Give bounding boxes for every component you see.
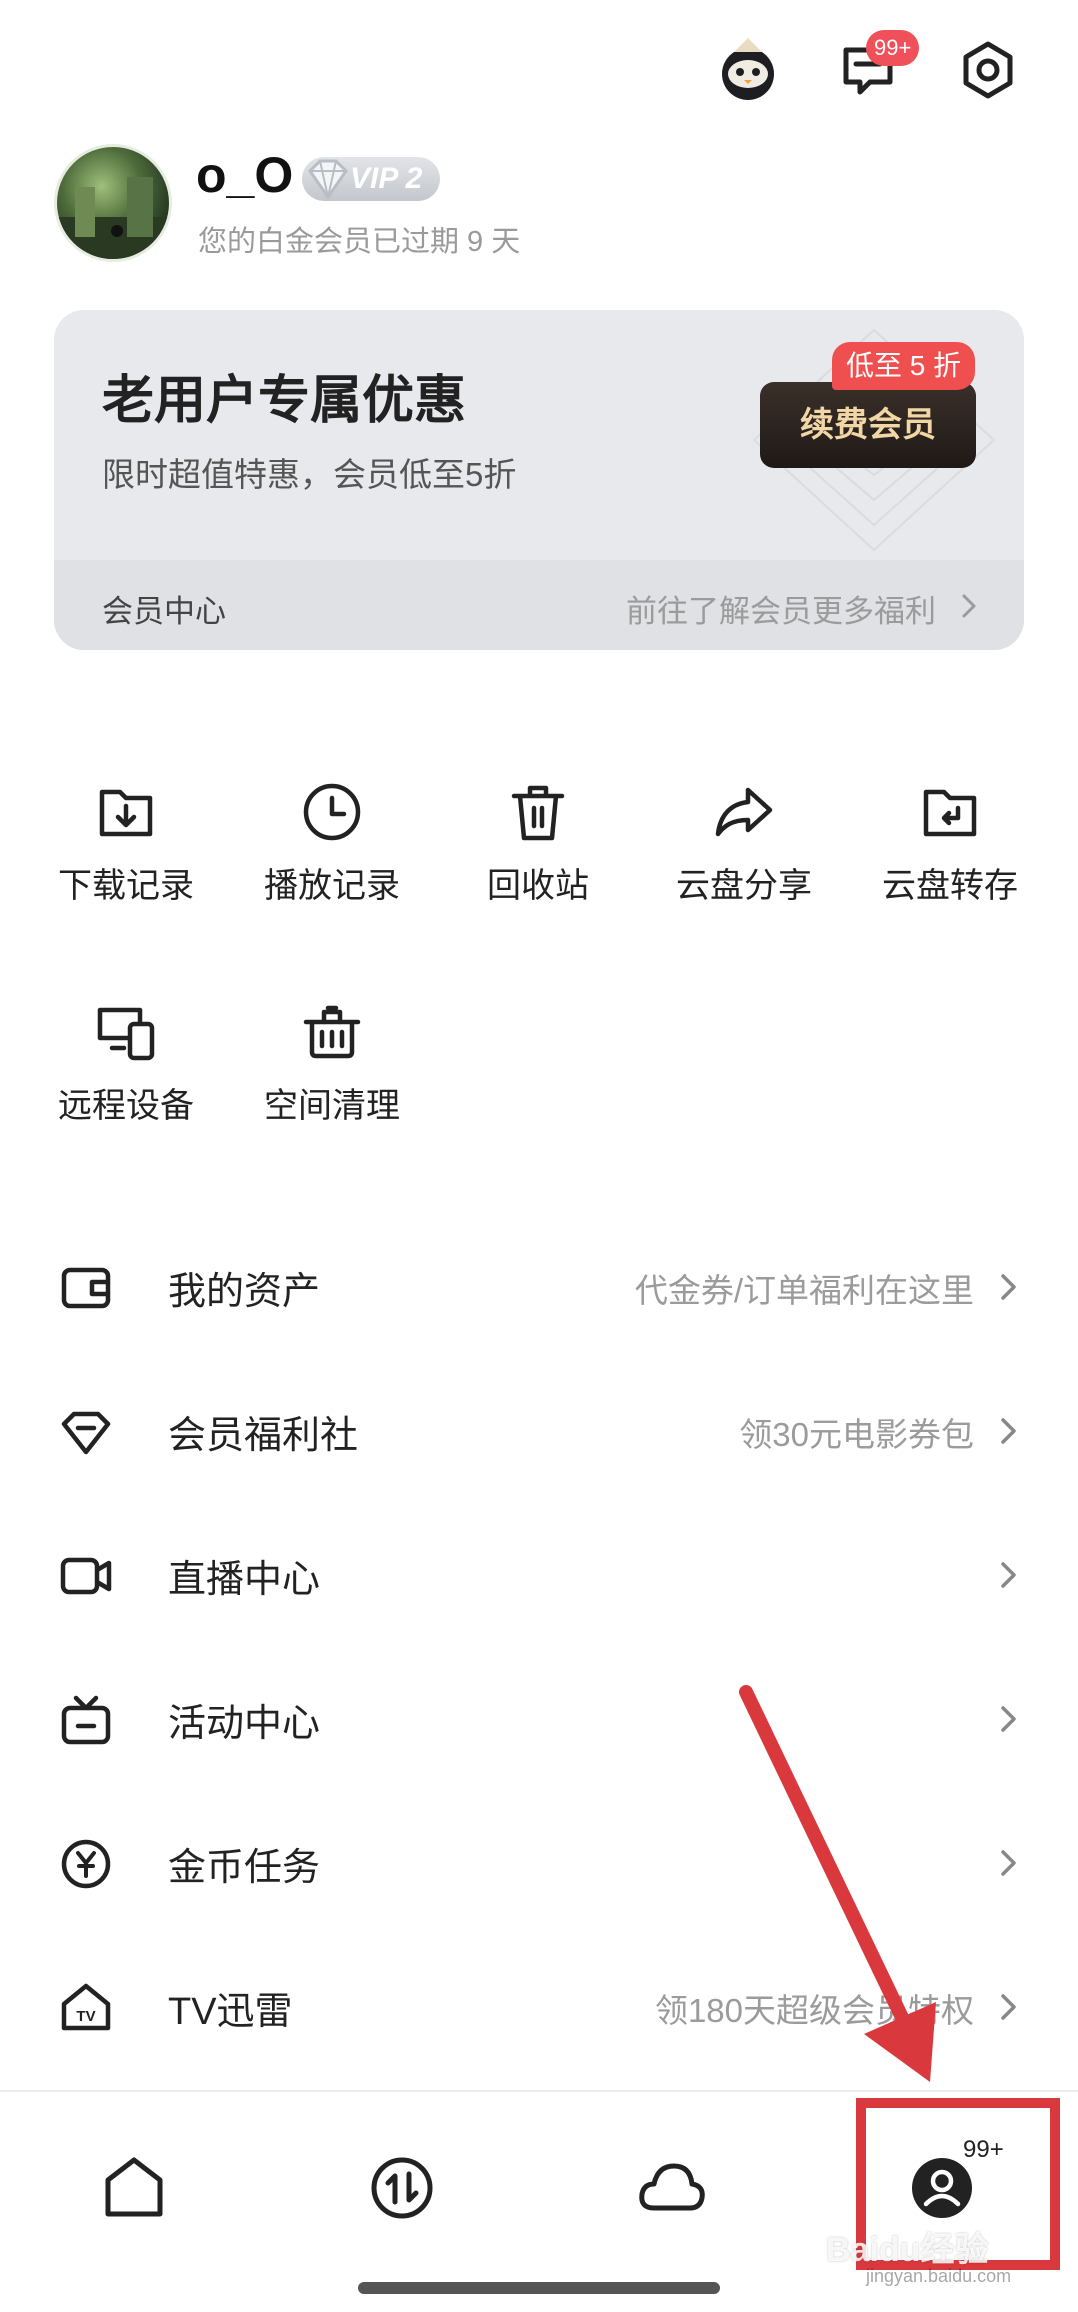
message-badge: 99+ xyxy=(866,30,920,66)
chevron-right-icon xyxy=(1001,1562,1016,1588)
diamond-icon xyxy=(308,159,348,200)
user-avatar[interactable] xyxy=(54,144,172,262)
watermark-url: jingyan.baidu.com xyxy=(866,2266,1012,2286)
chevron-right-icon xyxy=(1001,1994,1016,2020)
tv-box-icon xyxy=(61,1695,111,1745)
member-benefits-link: 前往了解会员更多福利 xyxy=(626,594,936,629)
video-camera-icon xyxy=(60,1557,112,1595)
menu-title: TV迅雷 xyxy=(168,1991,293,2033)
vip-level: VIP 2 xyxy=(350,162,423,195)
clock-icon xyxy=(303,783,361,841)
discount-tag: 低至 5 折 xyxy=(832,342,976,390)
folder-return-icon xyxy=(923,789,977,837)
renew-membership-button[interactable]: 续费会员 xyxy=(760,382,976,468)
member-center-label: 会员中心 xyxy=(102,594,226,629)
tv-house-icon: TV xyxy=(61,1983,111,2031)
shortcut-label: 云盘转存 xyxy=(882,867,1018,905)
home-icon[interactable] xyxy=(94,2148,174,2228)
devices-icon xyxy=(97,1007,155,1061)
mascot-avatar-icon[interactable] xyxy=(712,34,784,106)
promo-card[interactable]: 老用户专属优惠 限时超值特惠，会员低至5折 续费会员 低至 5 折 会员中心 前… xyxy=(54,310,1024,650)
svg-text:TV: TV xyxy=(76,2008,95,2025)
shortcut-recycle-bin[interactable]: 回收站 xyxy=(438,780,638,930)
promo-title: 老用户专属优惠 xyxy=(102,372,467,430)
wallet-icon xyxy=(61,1267,111,1309)
shortcut-label: 回收站 xyxy=(487,867,589,905)
chevron-right-icon xyxy=(1001,1706,1016,1732)
shortcut-play-history[interactable]: 播放记录 xyxy=(232,780,432,930)
menu-title: 活动中心 xyxy=(168,1703,321,1745)
shortcut-label: 下载记录 xyxy=(58,867,194,905)
diamond-icon xyxy=(61,1411,111,1455)
menu-coin-tasks[interactable]: 金币任务 xyxy=(54,1810,1024,1910)
shortcut-download-records[interactable]: 下载记录 xyxy=(26,780,226,930)
menu-live-center[interactable]: 直播中心 xyxy=(54,1522,1024,1622)
username: o_O xyxy=(196,147,294,203)
chevron-right-icon xyxy=(1001,1418,1016,1444)
shortcut-label: 播放记录 xyxy=(264,867,400,905)
menu-title: 会员福利社 xyxy=(168,1415,359,1457)
share-arrow-icon xyxy=(715,787,773,837)
home-indicator[interactable] xyxy=(358,2282,720,2294)
menu-hint: 领30元电影券包 xyxy=(739,1416,974,1453)
menu-activity-center[interactable]: 活动中心 xyxy=(54,1666,1024,1766)
menu-title: 直播中心 xyxy=(168,1559,321,1601)
menu-my-assets[interactable]: 我的资产 代金券/订单福利在这里 xyxy=(54,1234,1024,1334)
cloud-icon[interactable] xyxy=(632,2148,712,2228)
settings-gear-icon[interactable] xyxy=(956,38,1020,102)
download-folder-icon xyxy=(99,789,153,837)
trash-icon xyxy=(511,785,565,841)
shortcut-label: 云盘分享 xyxy=(676,867,812,905)
menu-title: 金币任务 xyxy=(168,1847,321,1889)
chevron-right-icon xyxy=(1001,1274,1016,1300)
menu-tv-xunlei[interactable]: TV TV迅雷 领180天超级会员特权 xyxy=(54,1954,1024,2054)
vip-badge[interactable]: VIP 2 xyxy=(302,157,440,201)
membership-status: 您的白金会员已过期 9 天 xyxy=(198,226,521,258)
shortcut-cloud-share[interactable]: 云盘分享 xyxy=(644,780,844,930)
watermark: Baidu经验 xyxy=(826,2231,989,2269)
shortcut-remote-devices[interactable]: 远程设备 xyxy=(26,1000,226,1150)
cleanup-bucket-icon xyxy=(303,1005,361,1059)
transfer-icon[interactable] xyxy=(362,2148,442,2228)
menu-hint: 代金券/订单福利在这里 xyxy=(634,1272,974,1309)
menu-hint: 领180天超级会员特权 xyxy=(654,1992,974,2029)
yen-coin-icon xyxy=(61,1839,111,1889)
shortcut-label: 空间清理 xyxy=(264,1087,400,1125)
shortcut-space-cleanup[interactable]: 空间清理 xyxy=(232,1000,432,1150)
shortcut-cloud-save[interactable]: 云盘转存 xyxy=(850,780,1050,930)
menu-member-welfare[interactable]: 会员福利社 领30元电影券包 xyxy=(54,1378,1024,1478)
shortcut-label: 远程设备 xyxy=(58,1087,194,1125)
avatar-image-icon xyxy=(57,177,169,259)
chevron-right-icon xyxy=(1001,1850,1016,1876)
promo-subtitle: 限时超值特惠，会员低至5折 xyxy=(102,456,517,493)
menu-title: 我的资产 xyxy=(168,1271,321,1313)
member-center-link[interactable]: 会员中心 前往了解会员更多福利 xyxy=(54,560,1024,650)
chevron-right-icon xyxy=(962,594,976,618)
